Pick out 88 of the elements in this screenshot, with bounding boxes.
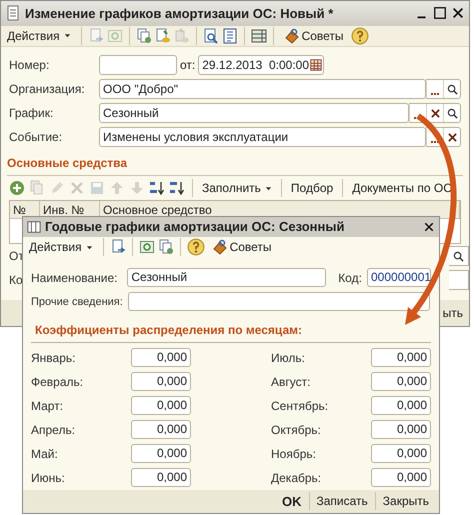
input-field[interactable]: 0,000 [131, 396, 191, 416]
tips-book-icon[interactable] [212, 239, 228, 256]
search-icon [446, 84, 458, 94]
input-field[interactable]: 0,000 [371, 396, 431, 416]
tips-button[interactable]: Советы [280, 26, 348, 46]
preview-icon[interactable] [202, 28, 219, 44]
input-field[interactable]: 0,000 [131, 444, 191, 464]
toolbar-button[interactable]: Заполнить [200, 179, 274, 197]
search-button[interactable] [443, 80, 460, 98]
section-title: Коэффициенты распределения по месяцам: [35, 322, 302, 337]
clear-icon [430, 108, 440, 118]
input-field[interactable]: 0,000 [131, 348, 191, 368]
field-label: Организация: [8, 81, 86, 98]
sort-descending-icon[interactable] [169, 180, 185, 196]
month-label: Ноябрь: [271, 446, 317, 463]
field-label: Код: [337, 270, 363, 287]
field-label: График: [8, 105, 54, 122]
input-field[interactable]: 000000001 [367, 268, 431, 288]
month-label: Август: [271, 374, 312, 391]
sort-ascending-icon[interactable] [149, 180, 165, 196]
help-icon[interactable] [186, 238, 205, 256]
input-field[interactable] [449, 246, 469, 266]
help-icon[interactable] [350, 26, 369, 45]
toolbar-button[interactable]: Подбор [288, 179, 336, 197]
clear-icon [448, 132, 456, 142]
input-field[interactable]: 0,000 [131, 420, 191, 440]
document-arrow-icon[interactable] [110, 239, 126, 256]
month-label: Июль: [271, 350, 306, 367]
section-title: Основные средства [7, 156, 128, 170]
window-title: Изменение графиков амортизации ОС: Новый * [25, 4, 334, 23]
dialog-button[interactable]: Закрыть [378, 492, 433, 510]
date-field[interactable]: 29.12.2013 0:00:00 [198, 55, 324, 75]
document-coins-icon[interactable] [154, 28, 171, 44]
table-rows-icon[interactable] [250, 28, 267, 44]
month-label: Апрель: [31, 422, 76, 439]
input-field[interactable] [128, 292, 430, 312]
window-title: Годовые графики амортизации ОС: Сезонный [45, 218, 346, 236]
input-field[interactable]: 0,000 [371, 348, 431, 368]
month-label: Январь: [31, 350, 76, 367]
input-field[interactable]: 0,000 [371, 372, 431, 392]
dialog-button[interactable]: OK [278, 492, 306, 512]
caret-icon [64, 32, 71, 40]
table-icon [27, 220, 41, 234]
search-button[interactable] [443, 104, 460, 122]
actions-menu-button[interactable]: Действия [3, 26, 75, 46]
input-field[interactable]: 0,000 [131, 372, 191, 392]
input-field[interactable] [449, 270, 469, 290]
month-label: Декабрь: [271, 470, 322, 487]
number-field[interactable] [99, 55, 177, 75]
document-icon [5, 5, 21, 22]
input-field[interactable]: 0,000 [371, 468, 431, 488]
tips-button[interactable]: Советы [208, 237, 276, 258]
month-label: Сентябрь: [271, 398, 330, 415]
close-icon[interactable] [423, 220, 435, 233]
input-field[interactable]: 0,000 [371, 420, 431, 440]
input-field[interactable]: Изменены условия эксплуатации [99, 127, 426, 147]
month-label: Июнь: [31, 470, 66, 487]
search-icon [446, 108, 458, 118]
month-label: Март: [31, 398, 64, 415]
close-button[interactable]: ыть [442, 304, 463, 322]
actions-menu-button[interactable]: Действия [25, 237, 97, 258]
input-field[interactable]: Сезонный [127, 268, 326, 288]
dialog-button[interactable]: Записать [312, 492, 372, 510]
tips-book-icon[interactable] [284, 28, 300, 44]
close-icon[interactable] [451, 6, 465, 20]
list-document-icon[interactable] [222, 28, 238, 44]
copy-icon[interactable] [158, 239, 174, 256]
field-label: Наименование: [31, 270, 119, 287]
month-label: Октябрь: [271, 422, 322, 439]
input-field[interactable]: 0,000 [131, 468, 191, 488]
field-label: Событие: [8, 129, 64, 146]
field-label: Прочие сведения: [31, 294, 124, 310]
input-field[interactable]: Сезонный [99, 103, 409, 123]
search-icon [453, 250, 464, 262]
input-field[interactable]: ООО "Добро" [99, 79, 426, 99]
copy-icon[interactable] [136, 28, 152, 44]
calendar-icon[interactable] [309, 58, 324, 72]
caret-icon [264, 184, 272, 192]
field-label: Номер: [8, 57, 50, 74]
month-label: Февраль: [31, 374, 84, 391]
input-field[interactable]: 0,000 [371, 444, 431, 464]
refresh-icon[interactable] [138, 239, 155, 256]
field-label: От [8, 248, 24, 265]
field-label: Ко [8, 272, 23, 289]
add-icon[interactable] [9, 180, 25, 196]
date-label: от: [179, 57, 196, 74]
maximize-icon[interactable] [433, 6, 447, 20]
month-label: Май: [31, 446, 59, 463]
